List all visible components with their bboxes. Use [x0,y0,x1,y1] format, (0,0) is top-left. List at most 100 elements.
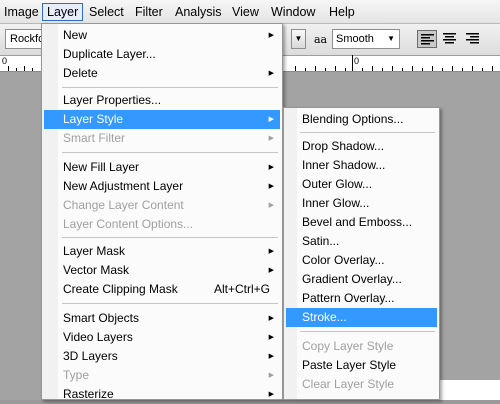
menu-item-inner-glow[interactable]: Inner Glow... [286,194,437,213]
menu-item-smart-objects[interactable]: Smart Objects ▶ [44,309,280,328]
menu-item-pattern-overlay[interactable]: Pattern Overlay... [286,289,437,308]
layer-style-submenu: Blending Options... Drop Shadow... Inner… [283,107,440,400]
ruler-tick [392,66,393,71]
menu-select[interactable]: Select [85,3,128,21]
menu-bar: Image Layer Select Filter Analysis View … [0,0,500,24]
menu-item-duplicate-layer[interactable]: Duplicate Layer... [44,45,280,64]
submenu-arrow-icon: ▶ [268,116,274,123]
menu-item-blending-options[interactable]: Blending Options... [286,110,437,129]
ruler-label: 0 [354,56,360,66]
menu-item-new-adjustment-layer[interactable]: New Adjustment Layer ▶ [44,177,280,196]
menu-view[interactable]: View [228,3,263,21]
ruler-tick [382,68,383,71]
ruler-tick [452,66,453,71]
menu-item-vector-mask[interactable]: Vector Mask ▶ [44,261,280,280]
menu-item-layer-style[interactable]: Layer Style ▶ [44,110,280,129]
antialias-select[interactable]: Smooth ▼ [332,29,400,49]
align-right-icon [466,33,479,44]
submenu-arrow-icon: ▶ [268,202,274,209]
menu-item-color-overlay[interactable]: Color Overlay... [286,251,437,270]
ruler-tick [442,68,443,71]
menu-separator [62,152,278,153]
menu-item-change-layer-content[interactable]: Change Layer Content ▶ [44,196,280,215]
menu-item-delete[interactable]: Delete ▶ [44,64,280,83]
menu-item-clear-layer-style[interactable]: Clear Layer Style [286,375,437,394]
submenu-arrow-icon: ▶ [268,183,274,190]
menu-separator [62,237,278,238]
menu-item-smart-filter[interactable]: Smart Filter ▶ [44,129,280,148]
ruler-tick [482,68,483,71]
menu-image[interactable]: Image [0,3,43,21]
align-center-button[interactable] [440,30,460,48]
submenu-arrow-icon: ▶ [268,267,274,274]
menu-layer[interactable]: Layer [42,3,84,21]
menu-window[interactable]: Window [267,3,319,21]
ruler-tick [315,66,316,71]
antialias-value: Smooth [336,33,374,45]
ruler-tick [16,68,17,71]
menu-separator [62,303,278,304]
submenu-arrow-icon: ▶ [268,315,274,322]
submenu-arrow-icon: ▶ [268,391,274,398]
menu-separator [300,331,435,332]
ruler-tick [412,66,413,71]
ruler-tick [492,66,493,71]
menu-item-copy-layer-style[interactable]: Copy Layer Style [286,337,437,356]
align-center-icon [443,33,456,44]
ruler-tick [352,55,353,71]
menu-item-layer-mask[interactable]: Layer Mask ▶ [44,242,280,261]
align-left-button[interactable] [417,30,437,48]
menu-help[interactable]: Help [325,3,359,21]
ruler-tick [8,66,9,71]
ruler-tick [305,68,306,71]
menu-item-bevel-and-emboss[interactable]: Bevel and Emboss... [286,213,437,232]
submenu-arrow-icon: ▶ [268,164,274,171]
menu-item-drop-shadow[interactable]: Drop Shadow... [286,137,437,156]
ruler-tick [372,66,373,71]
menu-item-satin[interactable]: Satin... [286,232,437,251]
menu-separator [300,132,435,133]
menu-item-type[interactable]: Type ▶ [44,366,280,385]
menu-item-3d-layers[interactable]: 3D Layers ▶ [44,347,280,366]
ruler-tick [295,66,296,71]
ruler-tick [402,68,403,71]
ruler-tick [345,68,346,71]
menu-separator [62,87,278,88]
menu-analysis[interactable]: Analysis [171,3,226,21]
align-left-icon [421,34,434,45]
menu-filter[interactable]: Filter [131,3,167,21]
chevron-down-icon: ▼ [294,34,303,43]
menu-item-video-layers[interactable]: Video Layers ▶ [44,328,280,347]
layer-menu: New ▶ Duplicate Layer... Delete ▶ Layer Pr… [41,23,283,401]
font-size-dropdown-button[interactable]: ▼ [291,29,306,49]
menu-item-outer-glow[interactable]: Outer Glow... [286,175,437,194]
menu-item-rasterize[interactable]: Rasterize ▶ [44,385,280,404]
antialias-icon: aa [314,33,328,46]
ruler-tick [472,66,473,71]
submenu-arrow-icon: ▶ [268,372,274,379]
ruler-tick [335,66,336,71]
menu-item-layer-content-options[interactable]: Layer Content Options... [44,215,280,234]
submenu-arrow-icon: ▶ [268,248,274,255]
ruler-tick [24,66,25,71]
submenu-arrow-icon: ▶ [268,353,274,360]
menu-item-stroke[interactable]: Stroke... [286,308,437,327]
menu-item-new-fill-layer[interactable]: New Fill Layer ▶ [44,158,280,177]
menu-item-inner-shadow[interactable]: Inner Shadow... [286,156,437,175]
submenu-arrow-icon: ▶ [268,334,274,341]
ruler-label: 0 [2,56,8,66]
menu-item-new[interactable]: New ▶ [44,26,280,45]
ruler-tick [362,68,363,71]
menu-item-layer-properties[interactable]: Layer Properties... [44,91,280,110]
ruler-tick [325,68,326,71]
submenu-arrow-icon: ▶ [268,70,274,77]
menu-item-gradient-overlay[interactable]: Gradient Overlay... [286,270,437,289]
shortcut-label: Alt+Ctrl+G [213,282,270,296]
ruler-tick [432,66,433,71]
menu-item-create-clipping-mask[interactable]: Create Clipping Mask Alt+Ctrl+G [44,280,280,299]
ruler-tick [32,68,33,71]
menu-item-paste-layer-style[interactable]: Paste Layer Style [286,356,437,375]
align-right-button[interactable] [463,30,483,48]
document-canvas[interactable] [440,380,500,400]
ruler-tick [462,68,463,71]
